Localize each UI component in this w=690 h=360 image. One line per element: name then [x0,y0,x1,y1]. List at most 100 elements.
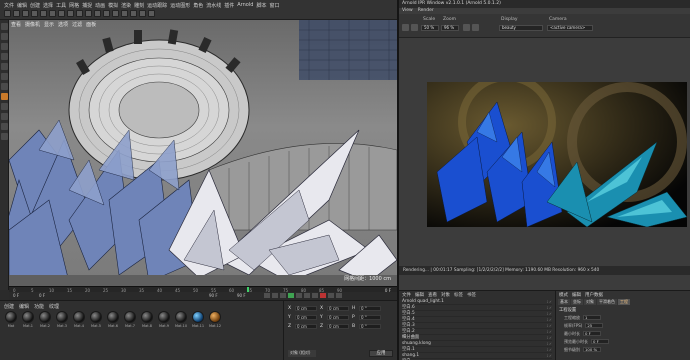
light-icon[interactable] [148,10,155,17]
axis-mode-icon[interactable] [1,93,8,100]
attribute-value[interactable]: 0 F [583,331,601,336]
menu-item[interactable]: 流水线 [206,2,221,9]
polygons-mode-icon[interactable] [1,83,8,90]
points-mode-icon[interactable] [1,63,8,70]
position-field[interactable]: 0 cm [295,324,317,329]
camera-icon[interactable] [139,10,146,17]
visibility-toggle-icon[interactable]: ⁞ ✓ [547,335,552,340]
rotation-field[interactable]: 0 ° [359,324,381,329]
end-max-frame[interactable]: 90 F [237,293,246,298]
attribute-value[interactable]: 1 [583,315,601,320]
viewport-menu-item[interactable]: 面板 [86,21,96,28]
apply-button[interactable]: 应用 [369,350,393,357]
attribute-tab[interactable]: 基本 [558,299,570,305]
deformer-icon[interactable] [121,10,128,17]
material-swatch[interactable]: Mat.6 [106,311,120,328]
object-menu-item[interactable]: 文件 [402,292,411,298]
visibility-toggle-icon[interactable]: ⁞ ✓ [547,317,552,322]
perspective-viewport[interactable]: 查看 摄像机 显示 选项 过滤 面板 网格间距：1000 cm [9,20,397,286]
render-settings-icon[interactable] [76,10,83,17]
render-preview[interactable] [427,82,687,227]
autokey-icon[interactable] [328,293,334,298]
visibility-toggle-icon[interactable]: ⁞ ✓ [547,353,552,358]
menu-item[interactable]: 雕刻 [134,2,144,9]
keyframe-icon[interactable] [336,293,342,298]
ipr-stop-icon[interactable] [411,24,418,31]
menu-item[interactable]: 动画 [95,2,105,9]
redo-icon[interactable] [13,10,20,17]
ipr-region-icon[interactable] [463,24,470,31]
attribute-value[interactable]: 100 % [583,347,601,352]
cloner-icon[interactable] [112,10,119,17]
attribute-menu-item[interactable]: 模式 [559,292,568,298]
model-mode-icon[interactable] [1,33,8,40]
workplane-icon[interactable] [1,53,8,60]
prev-frame-icon[interactable] [280,293,286,298]
material-swatch[interactable]: Mat.2 [38,311,52,328]
menu-item[interactable]: 捕捉 [82,2,92,9]
object-menu-item[interactable]: 编辑 [415,292,424,298]
material-swatch[interactable]: Mat.9 [157,311,171,328]
menu-item[interactable]: 模拟 [108,2,118,9]
attribute-menu-item[interactable]: 编辑 [572,292,581,298]
current-frame[interactable]: 0 F [39,293,45,298]
material-swatch[interactable]: Mat.4 [72,311,86,328]
menu-item[interactable]: 网格 [69,2,79,9]
menu-item[interactable]: 脚本 [256,2,266,9]
viewport-menu-item[interactable]: 过滤 [72,21,82,28]
display-select[interactable]: beauty [499,25,543,31]
material-swatch[interactable]: Mat.5 [89,311,103,328]
prev-key-icon[interactable] [272,293,278,298]
menu-item[interactable]: 选择 [43,2,53,9]
move-icon[interactable] [31,10,38,17]
menu-item[interactable]: 运动图形 [170,2,190,9]
floor-icon[interactable] [130,10,137,17]
rotate-icon[interactable] [49,10,56,17]
attribute-menu-item[interactable]: 用户数据 [585,292,603,298]
visibility-toggle-icon[interactable]: ⁞ ✓ [547,299,552,304]
material-swatch[interactable]: Mat.3 [55,311,69,328]
material-swatch[interactable]: Mat.1 [21,311,35,328]
scale-field[interactable]: 50 % [421,25,439,31]
go-start-icon[interactable] [264,293,270,298]
visibility-toggle-icon[interactable]: ⁞ ✓ [547,347,552,352]
visibility-toggle-icon[interactable]: ⁞ ✓ [547,311,552,316]
ipr-menu-view[interactable]: View [402,8,413,13]
material-swatch[interactable]: Mat [4,311,18,328]
attribute-value[interactable]: 0 F [591,339,609,344]
object-menu-item[interactable]: 对象 [441,292,450,298]
attribute-tab[interactable]: 工程 [618,299,630,305]
material-swatch[interactable]: Mat.11 [191,311,205,328]
size-field[interactable]: 0 cm [327,324,349,329]
menu-item[interactable]: 运动跟踪 [147,2,167,9]
menu-item[interactable]: 插件 [224,2,234,9]
visibility-toggle-icon[interactable]: ⁞ ✓ [547,329,552,334]
cube-icon[interactable] [85,10,92,17]
attribute-tab[interactable]: 对象 [584,299,596,305]
render-view-icon[interactable] [58,10,65,17]
menu-item[interactable]: 角色 [193,2,203,9]
material-swatch[interactable]: Mat.12 [208,311,222,328]
undo-icon[interactable] [4,10,11,17]
select-icon[interactable] [22,10,29,17]
material-swatch[interactable]: Mat.8 [140,311,154,328]
visibility-toggle-icon[interactable]: ⁞ ✓ [547,305,552,310]
ipr-lock-icon[interactable] [472,24,479,31]
position-field[interactable]: 0 cm [295,315,317,320]
viewport-menu-item[interactable]: 显示 [44,21,54,28]
scale-icon[interactable] [40,10,47,17]
end-frame[interactable]: 90 F [209,293,218,298]
size-field[interactable]: 0 cm [327,315,349,320]
lock-icon[interactable] [1,123,8,130]
record-icon[interactable] [320,293,326,298]
object-menu-item[interactable]: 标签 [454,292,463,298]
ipr-menu-render[interactable]: Render [418,8,434,13]
next-key-icon[interactable] [304,293,310,298]
edges-mode-icon[interactable] [1,73,8,80]
coordinate-mode-select[interactable]: 对象 (相对) [288,350,316,357]
material-swatch[interactable]: Mat.10 [174,311,188,328]
texture-mode-icon[interactable] [1,43,8,50]
ipr-start-icon[interactable] [402,24,409,31]
attribute-tab[interactable]: 坐标 [571,299,583,305]
material-swatch[interactable]: Mat.7 [123,311,137,328]
